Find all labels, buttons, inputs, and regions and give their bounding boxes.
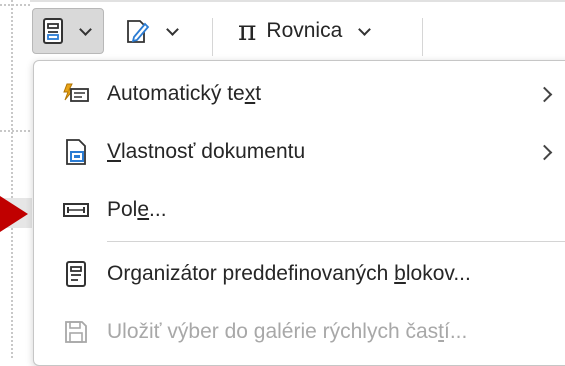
chevron-down-icon <box>166 22 179 36</box>
menu-item-field[interactable]: Pole... <box>34 181 565 239</box>
menu-item-label: Uložiť výber do galérie rýchlych častí..… <box>107 320 468 343</box>
quick-parts-icon <box>41 17 65 45</box>
signature-line-icon <box>124 17 150 45</box>
chevron-down-icon <box>358 22 372 36</box>
toolbar-separator <box>212 18 213 56</box>
menu-item-save-selection: Uložiť výber do galérie rýchlych častí..… <box>34 303 565 361</box>
document-margin-guide-mid <box>0 130 30 132</box>
equation-pi-icon: π <box>238 14 257 47</box>
chevron-right-icon <box>536 86 553 102</box>
autotext-icon <box>62 80 90 108</box>
equation-button[interactable]: π Rovnica <box>232 8 412 54</box>
quick-parts-button[interactable] <box>32 8 104 54</box>
ribbon-toolbar: π Rovnica <box>26 8 565 62</box>
menu-divider <box>107 241 565 242</box>
chevron-down-icon <box>79 22 92 36</box>
building-blocks-organizer-icon <box>62 260 90 288</box>
menu-item-document-property[interactable]: Vlastnosť dokumentu <box>34 123 565 181</box>
menu-item-label: Pole... <box>107 198 167 221</box>
document-property-icon <box>62 138 90 166</box>
chevron-right-icon <box>536 144 553 160</box>
ribbon-top-border <box>30 0 565 2</box>
toolbar-separator <box>422 18 423 56</box>
menu-item-label: Organizátor preddefinovaných blokov... <box>107 262 471 285</box>
menu-item-label: Vlastnosť dokumentu <box>107 140 306 163</box>
field-icon <box>62 196 90 224</box>
signature-line-button[interactable] <box>118 8 190 54</box>
equation-label: Rovnica <box>266 19 343 42</box>
document-margin-guide-top <box>0 4 30 6</box>
menu-item-autotext[interactable]: Automatický text <box>34 65 565 123</box>
annotation-pointer-arrow <box>0 196 28 232</box>
menu-item-label: Automatický text <box>107 82 262 105</box>
document-margin-guide <box>11 0 13 358</box>
menu-item-building-blocks-organizer[interactable]: Organizátor preddefinovaných blokov... <box>34 245 565 303</box>
save-icon <box>62 318 90 346</box>
quick-parts-menu: Automatický text Vlastnosť dokumentu Pol… <box>33 60 565 366</box>
